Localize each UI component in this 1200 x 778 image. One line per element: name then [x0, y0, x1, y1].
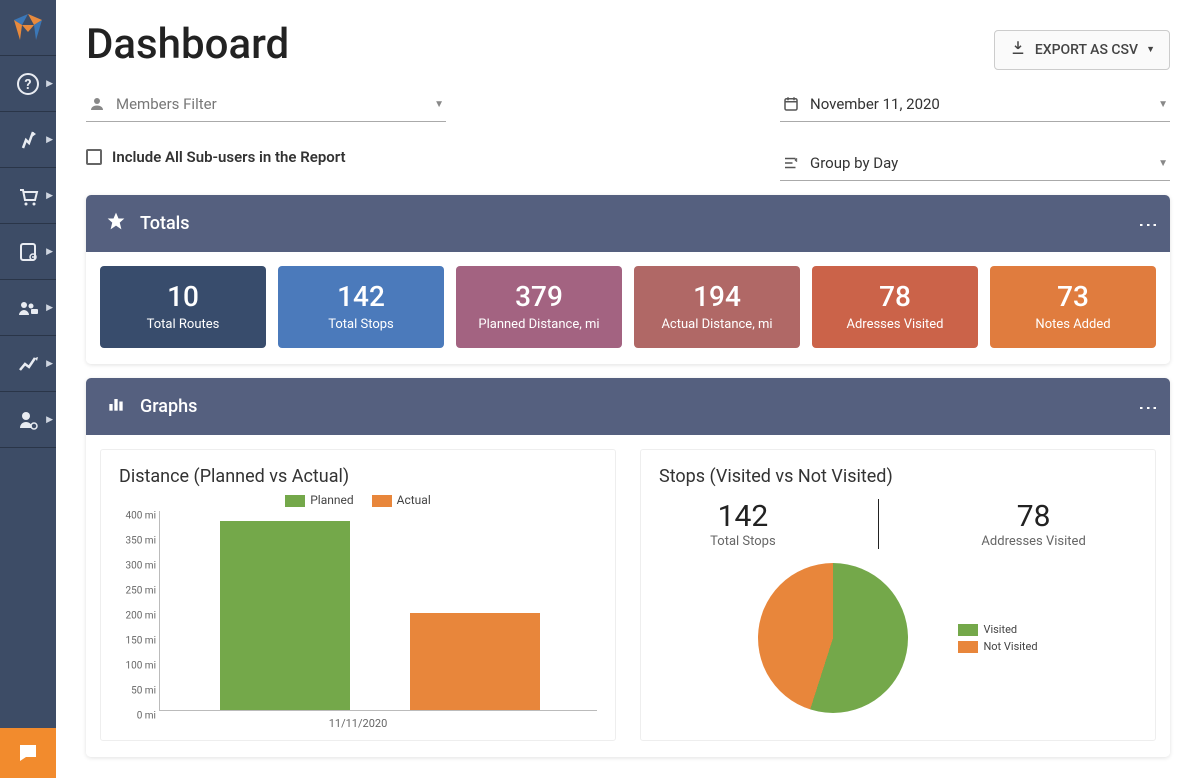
chevron-right-icon: ▶ — [46, 247, 53, 257]
nav-addressbook[interactable]: ▶ — [0, 224, 56, 280]
star-icon — [106, 211, 126, 236]
logo-icon[interactable] — [0, 0, 56, 56]
group-by-select[interactable]: Group by Day ▼ — [780, 148, 1170, 181]
tile-planned-distance[interactable]: 379Planned Distance, mi — [456, 266, 622, 348]
person-icon — [88, 95, 106, 113]
stops-chart-card: Stops (Visited vs Not Visited) 142 Total… — [640, 449, 1156, 741]
graphs-panel: Graphs ⋮ Distance (Planned vs Actual) Pl… — [86, 378, 1170, 757]
panel-menu-button[interactable]: ⋮ — [1144, 215, 1154, 233]
tile-total-routes[interactable]: 10Total Routes — [100, 266, 266, 348]
chevron-right-icon: ▶ — [46, 415, 53, 425]
tile-total-stops[interactable]: 142Total Stops — [278, 266, 444, 348]
chevron-right-icon: ▶ — [46, 303, 53, 313]
tile-actual-distance[interactable]: 194Actual Distance, mi — [634, 266, 800, 348]
include-subusers-checkbox[interactable]: Include All Sub-users in the Report — [86, 148, 446, 166]
date-select[interactable]: November 11, 2020 ▼ — [780, 89, 1170, 122]
calendar-icon — [782, 95, 800, 113]
chevron-right-icon: ▶ — [46, 79, 53, 89]
download-icon — [1009, 39, 1027, 61]
divider — [878, 499, 879, 549]
checkbox-icon — [86, 149, 102, 165]
addresses-visited-stat: 78 Addresses Visited — [981, 499, 1085, 549]
tile-addresses-visited[interactable]: 78Adresses Visited — [812, 266, 978, 348]
totals-panel: Totals ⋮ 10Total Routes 142Total Stops 3… — [86, 195, 1170, 364]
chevron-right-icon: ▶ — [46, 191, 53, 201]
totals-panel-header: Totals ⋮ — [86, 195, 1170, 252]
chevron-down-icon: ▼ — [1158, 99, 1168, 110]
stops-pie-chart — [758, 563, 908, 713]
chevron-right-icon: ▶ — [46, 135, 53, 145]
main-content: Dashboard EXPORT AS CSV ▼ Members Filter… — [56, 0, 1200, 778]
nav-routes[interactable]: ▶ — [0, 112, 56, 168]
members-filter-select[interactable]: Members Filter ▼ — [86, 89, 446, 122]
bar-chart-legend: Planned Actual — [119, 493, 597, 507]
distance-chart-card: Distance (Planned vs Actual) Planned Act… — [100, 449, 616, 741]
totals-tiles: 10Total Routes 142Total Stops 379Planned… — [100, 266, 1156, 348]
chat-button[interactable] — [0, 728, 56, 778]
bar-chart-icon — [106, 394, 126, 419]
page-title: Dashboard — [86, 20, 289, 69]
sidebar: ? ▶ ▶ ▶ ▶ ▶ ▶ ▶ — [0, 0, 56, 778]
nav-help[interactable]: ? ▶ — [0, 56, 56, 112]
tile-notes-added[interactable]: 73Notes Added — [990, 266, 1156, 348]
chevron-down-icon: ▼ — [1158, 158, 1168, 169]
chevron-down-icon: ▼ — [1146, 44, 1155, 55]
nav-orders[interactable]: ▶ — [0, 168, 56, 224]
nav-analytics[interactable]: ▶ — [0, 336, 56, 392]
pie-chart-legend: Visited Not Visited — [958, 619, 1037, 657]
nav-user-settings[interactable]: ▶ — [0, 392, 56, 448]
graphs-panel-header: Graphs ⋮ — [86, 378, 1170, 435]
total-stops-stat: 142 Total Stops — [710, 499, 776, 549]
chevron-right-icon: ▶ — [46, 359, 53, 369]
panel-menu-button[interactable]: ⋮ — [1144, 398, 1154, 416]
group-icon — [782, 154, 800, 172]
chevron-down-icon: ▼ — [434, 99, 444, 110]
export-csv-button[interactable]: EXPORT AS CSV ▼ — [994, 30, 1170, 70]
distance-bar-chart: 0 mi50 mi100 mi150 mi200 mi250 mi300 mi3… — [159, 511, 597, 711]
nav-team[interactable]: ▶ — [0, 280, 56, 336]
svg-text:?: ? — [25, 77, 32, 93]
